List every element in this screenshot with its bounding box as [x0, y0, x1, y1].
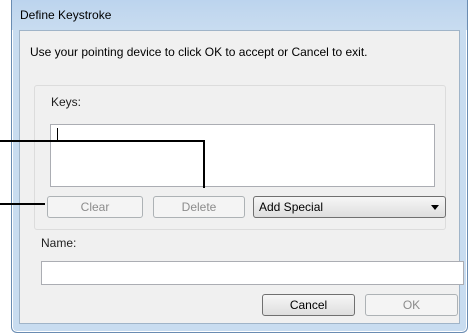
- instructions-text: Use your pointing device to click OK to …: [30, 45, 368, 59]
- add-special-value: Add Special: [259, 200, 324, 214]
- dialog-window: Define Keystroke Use your pointing devic…: [11, 0, 468, 333]
- add-special-dropdown[interactable]: Add Special: [253, 196, 446, 218]
- page: Define Keystroke Use your pointing devic…: [0, 0, 475, 335]
- clear-button[interactable]: Clear: [47, 196, 143, 218]
- ok-button[interactable]: OK: [365, 294, 458, 316]
- dialog-client-area: Use your pointing device to click OK to …: [19, 30, 464, 324]
- window-title: Define Keystroke: [20, 8, 112, 22]
- callout-line-upper-drop: [203, 140, 205, 188]
- name-label: Name:: [41, 236, 77, 250]
- keys-label: Keys:: [51, 95, 82, 109]
- cancel-button[interactable]: Cancel: [262, 294, 355, 316]
- callout-line-upper: [0, 140, 204, 142]
- title-bar[interactable]: Define Keystroke: [12, 0, 467, 30]
- chevron-down-icon: [431, 205, 439, 210]
- delete-button[interactable]: Delete: [153, 196, 245, 218]
- callout-line-lower: [0, 203, 45, 205]
- keys-input[interactable]: [50, 124, 435, 187]
- name-input[interactable]: [41, 261, 464, 285]
